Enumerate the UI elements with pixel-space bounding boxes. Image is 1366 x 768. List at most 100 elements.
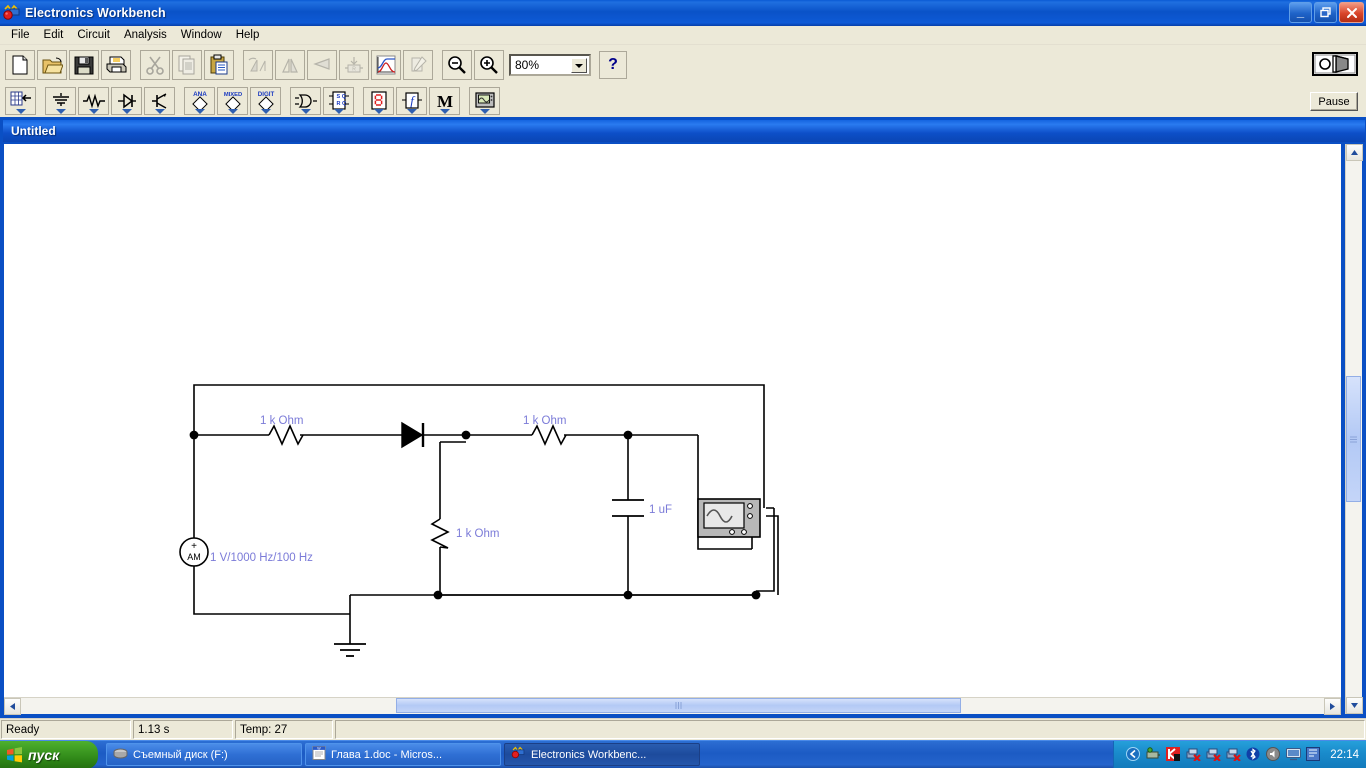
ewb-logo-icon [3,4,21,22]
electronics-workbench-window: Electronics Workbench _ File Edit Circui… [0,0,1366,768]
zoom-level-dropdown[interactable]: 80% [509,54,591,76]
menu-bar: File Edit Circuit Analysis Window Help [0,26,1366,45]
cut-button[interactable] [140,50,170,80]
taskbar-item-removable-disk[interactable]: Съемный диск (F:) [106,743,302,766]
basic-button[interactable] [78,87,109,115]
zoom-in-button[interactable] [474,50,504,80]
system-tray: 22:14 [1113,740,1366,768]
scroll-left-button[interactable] [4,698,21,715]
controls-button[interactable]: f [396,87,427,115]
status-state: Ready [1,720,131,739]
miscellaneous-button[interactable]: M [429,87,460,115]
start-button-label: пуск [28,746,60,763]
network-disconnected-2-icon[interactable] [1206,747,1222,763]
svg-text:R: R [352,67,356,73]
copy-button[interactable] [172,50,202,80]
menu-item-edit[interactable]: Edit [37,27,71,43]
oscilloscope-symbol [697,498,761,538]
start-button[interactable]: пуск [0,740,98,768]
new-file-button[interactable] [5,50,35,80]
create-subcircuit-button[interactable]: R [339,50,369,80]
status-bar: Ready 1.13 s Temp: 27 [0,719,1366,740]
horizontal-scrollbar[interactable] [4,697,1341,715]
network-disconnected-3-icon[interactable] [1226,747,1242,763]
taskbar: пуск Съемный диск (F:) W Глава 1.doc - M… [0,740,1366,768]
diodes-button[interactable] [111,87,142,115]
chevron-down-icon [154,109,165,114]
rotate-button[interactable] [243,50,273,80]
favorites-bin-button[interactable] [5,87,36,115]
taskbar-item-label: Electronics Workbenc... [531,748,647,761]
analysis-graph-button[interactable] [371,50,401,80]
taskbar-buttons: Съемный диск (F:) W Глава 1.doc - Micros… [106,743,1113,766]
kaspersky-icon[interactable] [1166,746,1182,763]
display-icon[interactable] [1286,747,1302,763]
digital-button[interactable]: S Q R Q [323,87,354,115]
chevron-down-icon [15,109,26,114]
scroll-down-button[interactable] [1346,697,1363,714]
menu-item-window[interactable]: Window [174,27,229,43]
show-hidden-icons-icon[interactable] [1126,746,1142,763]
app-title: Electronics Workbench [25,6,166,20]
ewb-logo-icon [511,746,526,763]
menu-item-file[interactable]: File [4,27,37,43]
flip-horizontal-button[interactable] [275,50,305,80]
scroll-right-button[interactable] [1324,698,1341,715]
chevron-down-icon [300,109,311,114]
chevron-down-icon [333,109,344,114]
restore-button[interactable] [1314,2,1337,23]
indicators-button[interactable] [363,87,394,115]
zoom-out-button[interactable] [442,50,472,80]
help-button[interactable]: ? [599,51,627,79]
logic-gates-button[interactable] [290,87,321,115]
power-switch-toggle[interactable] [1312,52,1358,76]
component-properties-button[interactable] [403,50,433,80]
am-source-symbol: + AM [179,537,209,567]
chevron-down-icon [373,109,384,114]
chevron-down-icon [55,109,66,114]
print-button[interactable] [101,50,131,80]
language-bar-icon[interactable] [1306,746,1322,763]
taskbar-item-word-document[interactable]: W Глава 1.doc - Micros... [305,743,501,766]
scroll-up-button[interactable] [1346,144,1363,161]
mixed-ics-button[interactable]: MIXED [217,87,248,115]
chevron-down-icon [439,109,450,114]
open-file-button[interactable] [37,50,67,80]
svg-text:S Q: S Q [336,94,346,100]
menu-item-help[interactable]: Help [229,27,267,43]
vertical-scrollbar[interactable] [1345,144,1363,714]
minimize-button[interactable]: _ [1289,2,1312,23]
vertical-scroll-thumb[interactable] [1346,376,1361,502]
volume-icon[interactable] [1266,746,1282,763]
safely-remove-hardware-icon[interactable] [1146,746,1162,763]
analog-ics-button[interactable]: ANA [184,87,215,115]
network-disconnected-1-icon[interactable] [1186,747,1202,763]
flip-vertical-button[interactable] [307,50,337,80]
bluetooth-icon[interactable] [1246,747,1262,763]
menu-item-circuit[interactable]: Circuit [70,27,117,43]
window-controls: _ [1289,2,1364,23]
paste-button[interactable] [204,50,234,80]
status-extra [335,720,1365,739]
zoom-level-value: 80% [515,58,540,72]
digital-ics-button[interactable]: DIGIT [250,87,281,115]
circuit-canvas[interactable]: + AM 1 k Ohm 1 k Ohm 1 k Ohm 1 uF 1 V/10… [4,144,1341,714]
word-document-icon: W [312,746,326,763]
chevron-down-icon [88,109,99,114]
circuit-schematic[interactable]: + AM 1 k Ohm 1 k Ohm 1 k Ohm 1 uF 1 V/10… [4,144,1341,714]
pause-button[interactable]: Pause [1310,92,1358,111]
taskbar-item-electronics-workbench[interactable]: Electronics Workbenc... [504,743,700,766]
taskbar-clock[interactable]: 22:14 [1330,749,1359,761]
horizontal-scroll-thumb[interactable] [396,698,961,713]
instruments-button[interactable] [469,87,500,115]
chevron-down-icon [260,109,271,114]
sources-button[interactable] [45,87,76,115]
save-file-button[interactable] [69,50,99,80]
menu-item-analysis[interactable]: Analysis [117,27,174,43]
document-title: Untitled [11,124,56,138]
chevron-down-icon [121,109,132,114]
resistor-r3-label: 1 k Ohm [456,528,499,540]
close-button[interactable] [1339,2,1364,23]
transistors-button[interactable] [144,87,175,115]
chevron-down-icon[interactable] [571,58,587,73]
